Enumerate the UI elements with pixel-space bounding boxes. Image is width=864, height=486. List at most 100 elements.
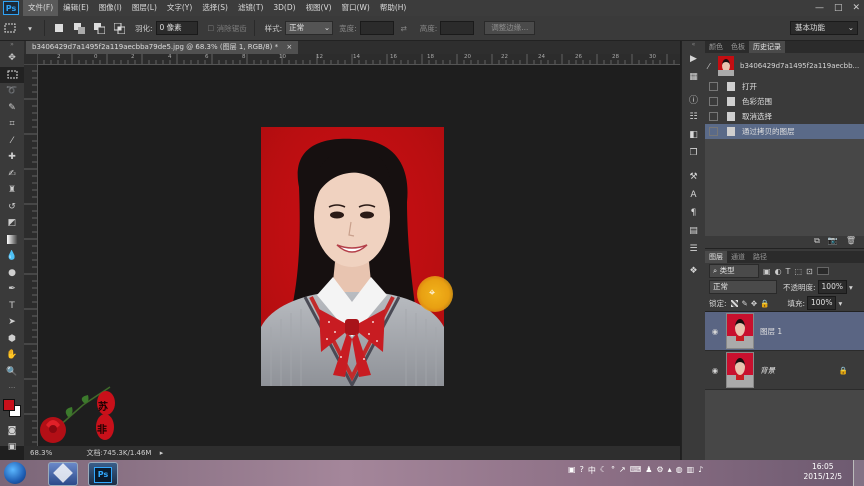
tab-channels[interactable]: 通道	[727, 251, 749, 263]
menu-file[interactable]: 文件(F)	[23, 0, 59, 16]
layer-filter-select[interactable]: ⌕ 类型	[709, 264, 759, 278]
lock-transparent-icon[interactable]	[730, 299, 738, 307]
history-checkbox[interactable]	[709, 82, 718, 91]
menu-window[interactable]: 窗口(W)	[337, 0, 375, 16]
layer-row[interactable]: ◉ 背景 🔒	[705, 351, 864, 390]
adjustments-icon[interactable]: ◧	[682, 126, 705, 144]
new-snapshot-icon[interactable]: 📷	[828, 236, 838, 248]
healing-brush-tool-icon[interactable]: ✚	[0, 149, 24, 166]
history-checkbox[interactable]	[709, 112, 718, 121]
filter-type-icon[interactable]: T	[786, 267, 791, 276]
filter-smart-object-icon[interactable]: ⊡	[806, 267, 813, 276]
tray-dot-icon[interactable]: °	[611, 465, 615, 476]
close-button[interactable]: ✕	[852, 3, 860, 13]
tab-history[interactable]: 历史记录	[749, 41, 785, 53]
menu-3d[interactable]: 3D(D)	[268, 0, 300, 16]
menu-image[interactable]: 图像(I)	[94, 0, 127, 16]
document-tab[interactable]: b3406429d7a1495f2a119aecbba79de5.jpg @ 6…	[26, 41, 299, 54]
subtract-selection-icon[interactable]	[92, 21, 106, 35]
path-selection-tool-icon[interactable]: ➤	[0, 314, 24, 331]
visibility-eye-icon[interactable]: ◉	[710, 327, 720, 336]
timeline-icon[interactable]: ❖	[682, 262, 705, 280]
tray-expand-icon[interactable]: ▴	[668, 465, 672, 476]
history-brush-tool-icon[interactable]: ↺	[0, 199, 24, 216]
move-tool-icon[interactable]: ✥	[0, 50, 24, 67]
play-action-icon[interactable]: ▶	[682, 50, 705, 68]
history-checkbox[interactable]	[709, 97, 718, 106]
tab-color[interactable]: 颜色	[705, 41, 727, 53]
lasso-tool-icon[interactable]: ➰	[0, 83, 24, 100]
screen-mode-icon[interactable]: ▣	[0, 439, 24, 456]
clone-stamp-tool-icon[interactable]: ♜	[0, 182, 24, 199]
marquee-preset-icon[interactable]	[3, 21, 17, 35]
tray-network-icon[interactable]: ▥	[687, 465, 695, 476]
layer-comps-icon[interactable]: ☰	[682, 240, 705, 258]
style-select[interactable]: 正常 ⌄	[285, 21, 334, 35]
history-snapshot[interactable]: ⁄ b3406429d7a1495f2a119aecbb...	[705, 53, 864, 79]
start-button[interactable]	[4, 462, 26, 484]
paragraph-icon[interactable]: ¶	[682, 204, 705, 222]
brush-presets-icon[interactable]: ▦	[682, 68, 705, 86]
marquee-tool-icon[interactable]	[0, 66, 24, 83]
antialias-checkbox[interactable]: ☐ 消除锯齿	[208, 23, 247, 34]
zoom-tool-icon[interactable]: 🔍	[0, 364, 24, 381]
workspace-select[interactable]: 基本功能 ⌄	[790, 21, 858, 35]
tray-keyboard-icon[interactable]: ⌨	[630, 465, 642, 476]
filter-pixel-icon[interactable]: ▣	[763, 267, 771, 276]
tab-paths[interactable]: 路径	[749, 251, 771, 263]
layer-row-selected[interactable]: ◉ 图层 1	[705, 312, 864, 351]
blend-mode-select[interactable]: 正常	[709, 280, 777, 294]
menu-select[interactable]: 选择(S)	[197, 0, 233, 16]
lock-all-icon[interactable]: 🔒	[760, 299, 769, 308]
status-menu-arrow-icon[interactable]: ▸	[160, 449, 164, 457]
minimize-button[interactable]: —	[815, 3, 824, 13]
tray-volume-icon[interactable]: ♪	[698, 465, 703, 476]
opacity-dropdown-icon[interactable]: ▾	[849, 283, 853, 292]
new-document-from-state-icon[interactable]: ⧉	[814, 236, 820, 248]
filter-adjustment-icon[interactable]: ◐	[775, 267, 782, 276]
tray-input-icon[interactable]: ▣	[568, 465, 576, 476]
properties-icon[interactable]: ☷	[682, 108, 705, 126]
panel-collapse-icon[interactable]: »	[0, 41, 24, 50]
eyedropper-tool-icon[interactable]: ⁄	[0, 133, 24, 150]
visibility-eye-icon[interactable]: ◉	[710, 366, 720, 375]
type-tool-icon[interactable]: T	[0, 298, 24, 315]
feather-input[interactable]: 0 像素	[155, 21, 198, 35]
taskbar-app-1[interactable]	[48, 462, 78, 486]
tab-layers[interactable]: 图层	[705, 251, 727, 263]
delete-state-icon[interactable]: 🗑	[846, 236, 856, 248]
character-icon[interactable]: A	[682, 186, 705, 204]
tray-user-icon[interactable]: ♟	[645, 465, 652, 476]
menu-filter[interactable]: 滤镜(T)	[233, 0, 268, 16]
fill-input[interactable]: 100%	[807, 296, 837, 310]
eraser-tool-icon[interactable]: ◩	[0, 215, 24, 232]
swap-dimensions-icon[interactable]: ⇄	[397, 21, 411, 35]
menu-layer[interactable]: 图层(L)	[127, 0, 162, 16]
lock-image-icon[interactable]: ✎	[742, 299, 748, 308]
history-checkbox[interactable]	[709, 127, 718, 136]
tray-help-icon[interactable]: ?	[580, 465, 584, 476]
maximize-button[interactable]: □	[834, 3, 843, 13]
history-brush-source-icon[interactable]: ⁄	[708, 62, 718, 71]
menu-view[interactable]: 视图(V)	[301, 0, 337, 16]
shape-tool-icon[interactable]: ⬢	[0, 331, 24, 348]
character-styles-icon[interactable]: ▤	[682, 222, 705, 240]
quick-selection-tool-icon[interactable]: ✎	[0, 100, 24, 117]
fill-dropdown-icon[interactable]: ▾	[838, 299, 842, 308]
menu-edit[interactable]: 编辑(E)	[58, 0, 94, 16]
close-tab-icon[interactable]: ×	[286, 43, 292, 51]
gradient-tool-icon[interactable]	[0, 232, 24, 249]
filter-shape-icon[interactable]: ⬚	[794, 267, 802, 276]
hand-tool-icon[interactable]: ✋	[0, 347, 24, 364]
zoom-level[interactable]: 68.3%	[30, 449, 52, 457]
pen-tool-icon[interactable]: ✒	[0, 281, 24, 298]
new-selection-icon[interactable]	[52, 21, 66, 35]
taskbar-photoshop[interactable]: Ps	[88, 462, 118, 486]
dock-collapse-icon[interactable]: «	[682, 41, 705, 50]
intersect-selection-icon[interactable]	[112, 21, 126, 35]
refine-edge-button[interactable]: 调整边缘...	[484, 21, 536, 35]
history-step[interactable]: 打开	[705, 79, 864, 94]
tray-settings-icon[interactable]: ⚙	[656, 465, 663, 476]
menu-help[interactable]: 帮助(H)	[375, 0, 412, 16]
tool-presets-icon[interactable]: ⚒	[682, 168, 705, 186]
